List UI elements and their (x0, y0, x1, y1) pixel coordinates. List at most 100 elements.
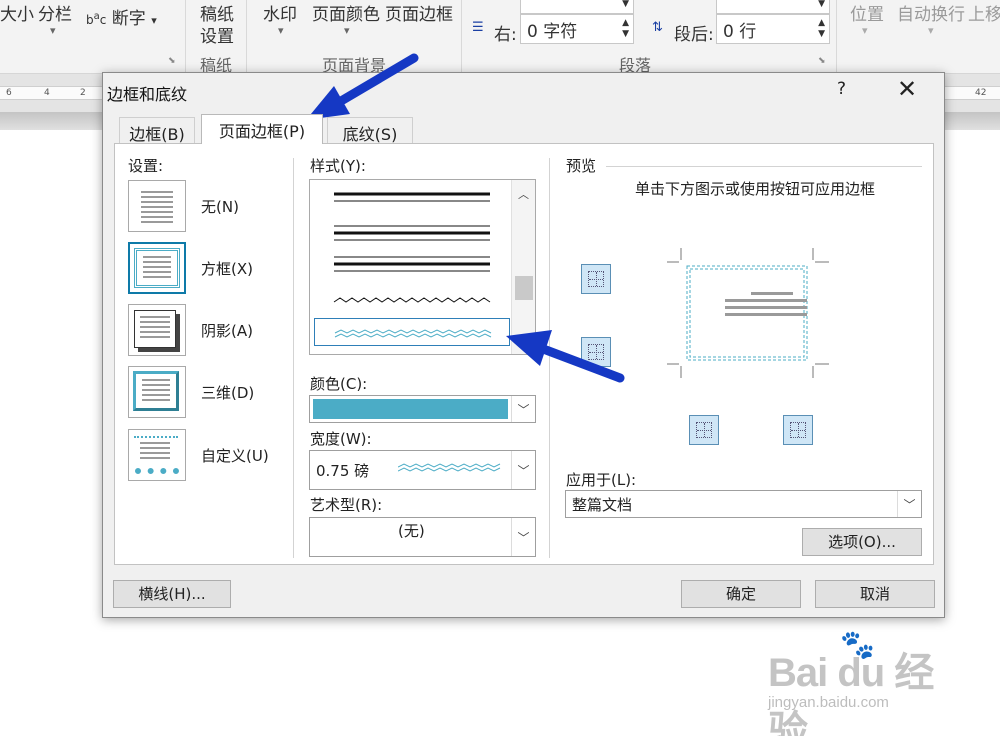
style-item-triple[interactable] (314, 250, 510, 278)
right-indent-icon: ☰ (472, 20, 484, 35)
spin-up-down-icon[interactable]: ▲▼ (622, 18, 629, 40)
right-border-apply-icon[interactable] (783, 415, 813, 445)
setting-box-thumbnail[interactable] (128, 242, 186, 294)
setting-custom-thumbnail[interactable] (128, 429, 186, 481)
ruler-tick: 42 (975, 88, 987, 98)
page-color-button[interactable]: 页面颜色 (312, 0, 380, 25)
ribbon-separator (461, 0, 462, 72)
style-item-thick-thin[interactable] (314, 182, 510, 210)
color-dropdown[interactable]: ﹀ (309, 395, 536, 423)
left-indent-box[interactable]: ▲▼ (520, 0, 634, 14)
setting-3d-thumbnail[interactable] (128, 366, 186, 418)
size-button[interactable]: 大小 (0, 0, 34, 25)
hyphenation-dropdown-icon: ▾ (151, 14, 157, 27)
paragraph-launcher-icon[interactable]: ⬊ (818, 56, 826, 66)
ruler-tick: 2 (80, 88, 86, 98)
wrap-text-button[interactable]: 自动换行 (897, 0, 965, 25)
ok-button[interactable]: 确定 (681, 580, 801, 608)
top-border-apply-icon[interactable] (581, 264, 611, 294)
space-before-box[interactable]: ▲▼ (716, 0, 830, 14)
watermark-dropdown-icon[interactable]: ▾ (278, 24, 284, 37)
setting-none-icon (141, 191, 173, 226)
setting-none-label[interactable]: 无(N) (201, 196, 239, 217)
space-after-label: 段后: (674, 25, 714, 45)
borders-and-shading-dialog: 边框和底纹 ? ✕ 边框(B) 页面边框(P) 底纹(S) 设置: 无(N) 方… (102, 72, 945, 618)
wrap-text-dropdown-icon[interactable]: ▾ (928, 24, 934, 37)
close-icon[interactable]: ✕ (897, 75, 917, 103)
art-label: 艺术型(R): (310, 496, 383, 514)
ruler-tick: 4 (44, 88, 50, 98)
watermark-logo-text: Bai du 经验 (768, 651, 934, 736)
setting-shadow-label[interactable]: 阴影(A) (201, 320, 253, 341)
style-item-thin-thick[interactable] (314, 218, 510, 246)
scroll-up-icon[interactable]: ︿ (518, 186, 529, 202)
tab-shading[interactable]: 底纹(S) (327, 117, 413, 144)
page-border-panel: 设置: 无(N) 方框(X) 阴影(A) 三维(D) 自定义(U) 样式(Y):… (114, 143, 934, 565)
cancel-button[interactable]: 取消 (815, 580, 935, 608)
left-border-apply-icon[interactable] (689, 415, 719, 445)
ribbon: 大小 分栏 ▾ bac 断字 ▾ ⬊ 稿纸 设置 稿纸 水印 ▾ 页面颜色 ▾ … (0, 0, 1000, 75)
preview-rule (606, 166, 922, 167)
width-dropdown[interactable]: 0.75 磅 ﹀ (309, 450, 536, 490)
help-icon[interactable]: ? (837, 79, 846, 99)
hyphenation-button[interactable]: bac 断字 ▾ (86, 4, 157, 29)
setting-box-lines (143, 256, 171, 281)
setting-custom-lines (140, 442, 170, 462)
manuscript-button-line2: 设置 (200, 27, 234, 47)
tab-page-border[interactable]: 页面边框(P) (201, 114, 323, 144)
spin-up-down-icon[interactable]: ▲▼ (818, 0, 825, 10)
bottom-border-apply-icon[interactable] (581, 337, 611, 367)
width-value: 0.75 磅 (316, 462, 370, 480)
options-button[interactable]: 选项(O)... (802, 528, 922, 556)
spin-up-down-icon[interactable]: ▲▼ (818, 18, 825, 40)
color-label: 颜色(C): (310, 375, 368, 393)
style-listbox[interactable]: ︿ (309, 179, 536, 355)
position-dropdown-icon[interactable]: ▾ (862, 24, 868, 37)
setting-shadow-lines (140, 316, 170, 341)
tab-borders[interactable]: 边框(B) (119, 117, 195, 144)
dropdown-arrow-icon[interactable]: ﹀ (511, 518, 535, 556)
page-preview[interactable] (653, 246, 843, 382)
space-after-icon: ⇅ (652, 20, 663, 35)
dropdown-arrow-icon[interactable]: ﹀ (897, 491, 921, 517)
art-value: (无) (398, 522, 425, 540)
dropdown-arrow-icon[interactable]: ﹀ (511, 396, 535, 422)
position-button[interactable]: 位置 (850, 0, 884, 25)
setting-3d-label[interactable]: 三维(D) (201, 382, 254, 403)
apply-to-label: 应用于(L): (566, 471, 637, 489)
setting-custom-label[interactable]: 自定义(U) (201, 445, 269, 466)
ribbon-separator (836, 0, 837, 72)
scroll-thumb[interactable] (515, 276, 533, 300)
setting-box-label[interactable]: 方框(X) (201, 258, 253, 279)
space-after-value: 0 行 (723, 22, 757, 42)
preview-label: 预览 (566, 157, 597, 175)
spin-up-down-icon[interactable]: ▲▼ (622, 0, 629, 10)
style-item-wave[interactable] (314, 286, 510, 314)
column-separator (549, 158, 550, 558)
page-color-dropdown-icon[interactable]: ▾ (344, 24, 350, 37)
page-setup-launcher-icon[interactable]: ⬊ (168, 56, 176, 66)
setting-shadow-thumbnail[interactable] (128, 304, 186, 356)
page-borders-button[interactable]: 页面边框 (385, 0, 453, 25)
style-item-double-wave-selected[interactable] (314, 318, 510, 346)
column-separator (293, 158, 294, 558)
setting-label: 设置: (128, 157, 164, 175)
columns-button[interactable]: 分栏 (38, 0, 72, 25)
bring-forward-button[interactable]: 上移 (968, 0, 1000, 25)
columns-dropdown-icon[interactable]: ▾ (50, 24, 56, 37)
right-indent-label: 右: (494, 25, 517, 45)
width-label: 宽度(W): (310, 430, 372, 448)
right-indent-input[interactable]: 0 字符 ▲ ▼ (520, 14, 634, 44)
watermark-button[interactable]: 水印 (263, 0, 297, 25)
space-after-input[interactable]: 0 行 ▲ ▼ (716, 14, 830, 44)
setting-none-thumbnail[interactable] (128, 180, 186, 232)
setting-custom-icon (134, 436, 178, 438)
apply-to-dropdown[interactable]: 整篇文档 ﹀ (565, 490, 922, 518)
horizontal-line-button[interactable]: 横线(H)... (113, 580, 231, 608)
ribbon-separator (246, 0, 247, 72)
dropdown-arrow-icon[interactable]: ﹀ (511, 451, 535, 489)
baidu-jingyan-watermark: 🐾 Bai du 经验 jingyan.baidu.com (768, 628, 968, 736)
hyphenation-label: 断字 (111, 9, 146, 29)
art-dropdown[interactable]: (无) ﹀ (309, 517, 536, 557)
style-scrollbar[interactable]: ︿ (511, 180, 535, 354)
